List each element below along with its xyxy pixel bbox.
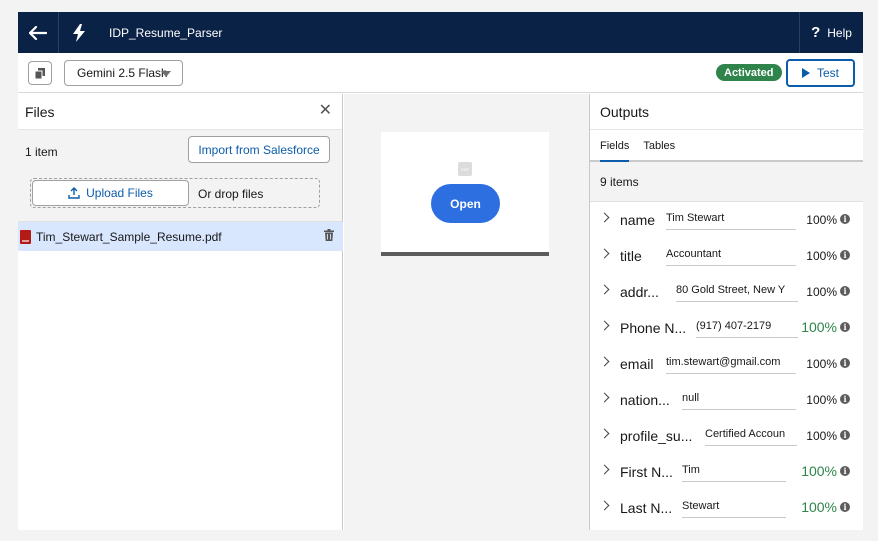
field-name: First N...	[620, 464, 673, 480]
chevron-right-icon[interactable]	[599, 320, 610, 331]
app-title: IDP_Resume_Parser	[109, 25, 223, 40]
field-confidence: 100%	[806, 213, 837, 227]
info-icon[interactable]: i	[840, 394, 850, 404]
field-value-input[interactable]: tim.stewart@gmail.com	[666, 352, 796, 374]
info-icon[interactable]: i	[840, 430, 850, 440]
chevron-right-icon[interactable]	[599, 464, 610, 475]
info-icon[interactable]: i	[840, 502, 850, 512]
field-confidence: 100%	[806, 393, 837, 407]
info-icon[interactable]: i	[840, 322, 850, 332]
field-confidence: 100%	[806, 429, 837, 443]
test-label: Test	[816, 66, 839, 80]
chevron-right-icon[interactable]	[599, 392, 610, 403]
output-field-row[interactable]: Phone N... (917) 407-2179 100% i	[590, 310, 863, 346]
field-name: name	[620, 212, 656, 228]
upload-files-button[interactable]: Upload Files	[32, 180, 189, 206]
field-value-input[interactable]: Stewart	[682, 496, 786, 518]
info-icon[interactable]: i	[840, 214, 850, 224]
toolbar: Gemini 2.5 Flash Activated Test	[18, 53, 863, 93]
pdf-placeholder-icon: PDF	[458, 162, 472, 176]
trash-icon[interactable]	[324, 229, 334, 244]
upload-files-label: Upload Files	[86, 186, 153, 200]
document-preview: PDF Open	[344, 94, 589, 530]
field-name: title	[620, 248, 642, 264]
pdf-file-icon	[20, 229, 31, 244]
copy-button[interactable]	[28, 61, 52, 85]
field-confidence: 100%	[801, 319, 837, 335]
field-confidence: 100%	[806, 249, 837, 263]
field-name: email	[620, 356, 654, 372]
files-panel: Files ✕ 1 item Import from Salesforce Up…	[18, 94, 343, 530]
field-value-input[interactable]: Accountant	[666, 244, 796, 266]
upload-icon	[68, 187, 80, 199]
output-field-row[interactable]: title Accountant 100% i	[590, 238, 863, 274]
files-upload-area: 1 item Import from Salesforce Upload Fil…	[18, 130, 342, 222]
close-icon[interactable]: ✕	[319, 103, 332, 119]
copy-icon	[35, 67, 45, 79]
chevron-right-icon[interactable]	[599, 500, 610, 511]
tab-tables[interactable]: Tables	[643, 140, 675, 160]
chevron-right-icon[interactable]	[599, 212, 610, 223]
info-icon[interactable]: i	[840, 358, 850, 368]
field-value-input[interactable]: Tim Stewart	[666, 208, 796, 230]
field-name: Last N...	[620, 500, 673, 516]
file-list-item[interactable]: Tim_Stewart_Sample_Resume.pdf	[18, 222, 343, 251]
tab-fields[interactable]: Fields	[600, 140, 630, 162]
caret-down-icon	[161, 71, 171, 77]
info-icon[interactable]: i	[840, 250, 850, 260]
info-icon[interactable]: i	[840, 466, 850, 476]
field-confidence: 100%	[806, 357, 837, 371]
field-value-input[interactable]: Tim	[682, 460, 786, 482]
field-name: profile_su...	[620, 428, 693, 444]
outputs-tabs: Fields Tables	[590, 130, 863, 162]
output-field-row[interactable]: name Tim Stewart 100% i	[590, 202, 863, 238]
field-confidence: 100%	[801, 499, 837, 515]
output-field-row[interactable]: addr... 80 Gold Street, New Y 100% i	[590, 274, 863, 310]
chevron-right-icon[interactable]	[599, 248, 610, 259]
info-icon[interactable]: i	[840, 286, 850, 296]
field-list: name Tim Stewart 100% i title Accountant 100% i…	[590, 202, 863, 526]
help-label: Help	[827, 25, 852, 40]
app-window: IDP_Resume_Parser ? Help Gemini 2.5 Flas…	[18, 12, 863, 530]
help-button[interactable]: ? Help	[799, 12, 863, 53]
output-field-row[interactable]: First N... Tim 100% i	[590, 454, 863, 490]
field-name: nation...	[620, 392, 670, 408]
files-count: 1 item	[25, 145, 58, 159]
model-select-value: Gemini 2.5 Flash	[77, 66, 168, 80]
play-icon	[801, 68, 810, 78]
outputs-title: Outputs	[590, 94, 863, 130]
field-confidence: 100%	[806, 285, 837, 299]
file-dropzone[interactable]: Upload Files Or drop files	[30, 178, 320, 208]
import-from-salesforce-button[interactable]: Import from Salesforce	[188, 136, 330, 163]
lightning-bolt-icon	[59, 12, 99, 53]
output-field-row[interactable]: nation... null 100% i	[590, 382, 863, 418]
file-name: Tim_Stewart_Sample_Resume.pdf	[36, 229, 222, 244]
output-field-row[interactable]: email tim.stewart@gmail.com 100% i	[590, 346, 863, 382]
preview-card: PDF Open	[381, 132, 549, 256]
field-value-input[interactable]: Certified Accoun	[705, 424, 797, 446]
chevron-right-icon[interactable]	[599, 428, 610, 439]
drop-files-text: Or drop files	[198, 187, 264, 201]
back-arrow-icon[interactable]	[18, 12, 58, 53]
outputs-count: 9 items	[590, 162, 863, 202]
field-value-input[interactable]: 80 Gold Street, New Y	[676, 280, 798, 302]
chevron-right-icon[interactable]	[599, 356, 610, 367]
test-button[interactable]: Test	[786, 59, 855, 87]
field-confidence: 100%	[801, 463, 837, 479]
field-value-input[interactable]: (917) 407-2179	[696, 316, 798, 338]
field-name: Phone N...	[620, 320, 687, 336]
files-title: Files	[25, 103, 55, 120]
field-name: addr...	[620, 284, 659, 300]
files-header: Files ✕	[18, 94, 342, 130]
chevron-right-icon[interactable]	[599, 284, 610, 295]
output-field-row[interactable]: profile_su... Certified Accoun 100% i	[590, 418, 863, 454]
outputs-panel: Outputs Fields Tables 9 items name Tim St…	[589, 94, 863, 530]
status-badge: Activated	[716, 64, 782, 81]
output-field-row[interactable]: Last N... Stewart 100% i	[590, 490, 863, 526]
open-button[interactable]: Open	[431, 184, 500, 223]
field-value-input[interactable]: null	[682, 388, 796, 410]
model-select[interactable]: Gemini 2.5 Flash	[64, 60, 183, 86]
question-icon: ?	[811, 24, 821, 41]
top-bar: IDP_Resume_Parser ? Help	[18, 12, 863, 53]
